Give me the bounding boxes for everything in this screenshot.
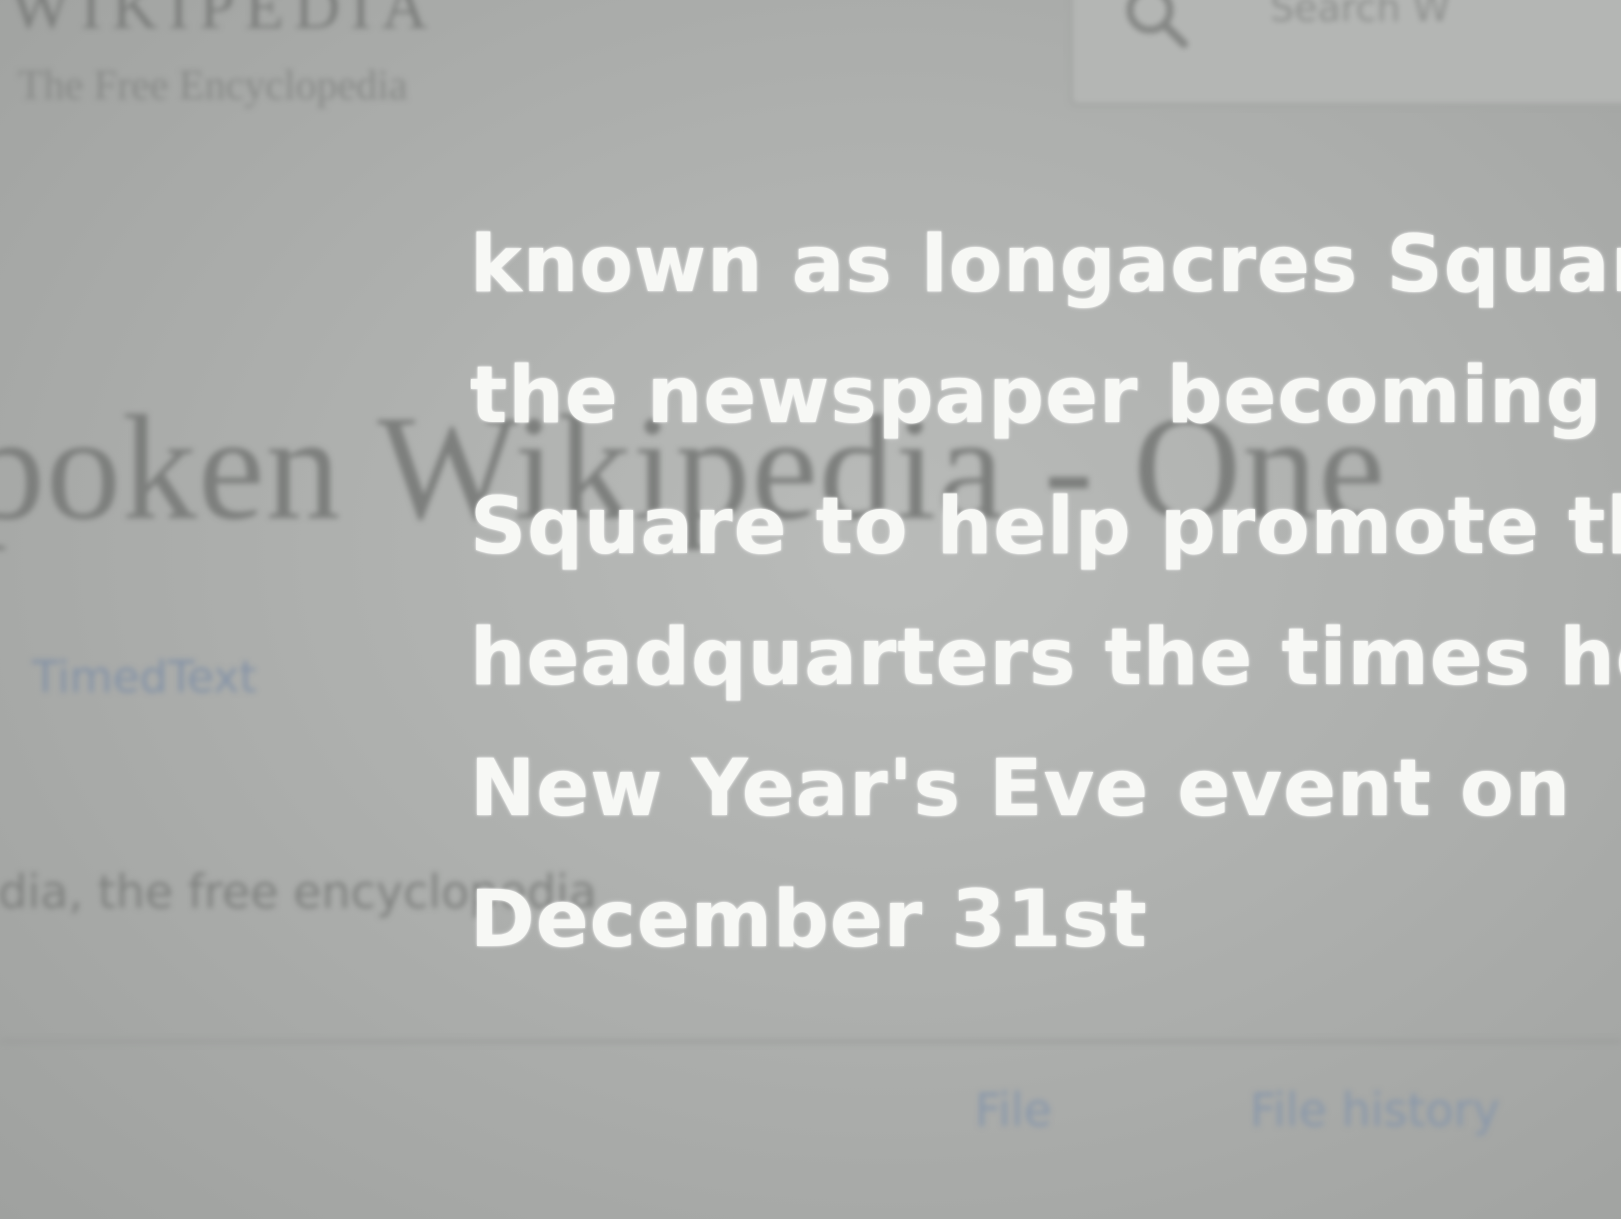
wikipedia-tagline: The Free Encyclopedia	[18, 63, 408, 109]
timedtext-link[interactable]: TimedText	[32, 652, 257, 703]
search-icon[interactable]	[1120, 0, 1190, 50]
tab-file-history[interactable]: File history	[1250, 1083, 1500, 1137]
caption-line: December 31st	[470, 875, 1148, 965]
caption-line: the newspaper becoming Tin	[470, 351, 1621, 441]
wikipedia-wordmark: WIKIPEDIA	[10, 0, 438, 42]
tab-file[interactable]: File	[975, 1083, 1052, 1137]
video-frame: WIKIPEDIA The Free Encyclopedia Search W…	[0, 0, 1621, 1219]
divider	[0, 1040, 1621, 1043]
search-placeholder: Search W	[1270, 0, 1451, 30]
caption-line: headquarters the times held	[470, 613, 1621, 703]
caption-line: New Year's Eve event on	[470, 744, 1572, 834]
caption-line: known as longacres Square	[470, 220, 1621, 310]
caption-overlay: known as longacres Square the newspaper …	[470, 200, 1621, 986]
caption-line: Square to help promote the	[470, 482, 1621, 572]
